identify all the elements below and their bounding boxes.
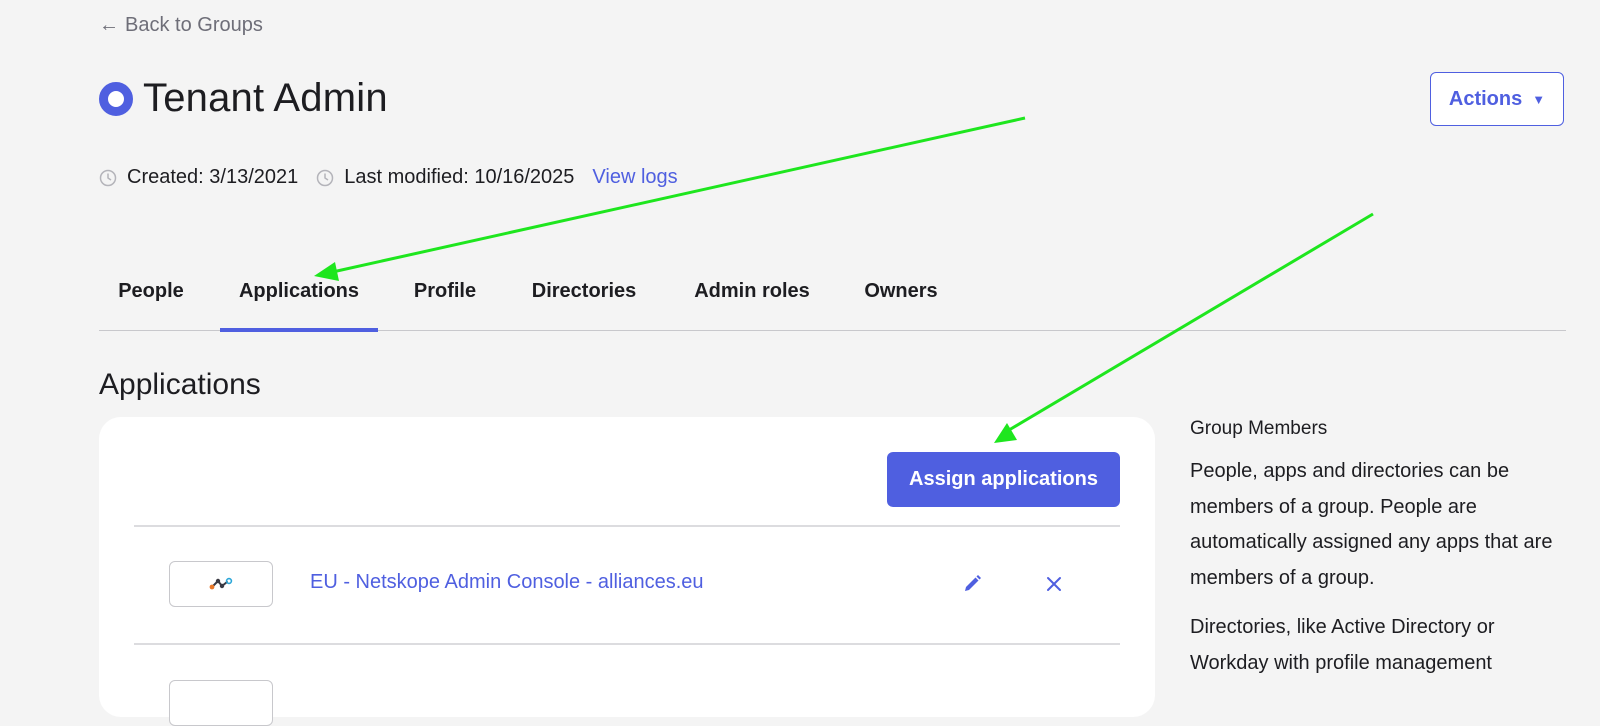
view-logs-link[interactable]: View logs [592, 166, 677, 189]
section-title: Applications [99, 368, 261, 401]
close-icon[interactable] [1045, 575, 1063, 593]
tab-owners[interactable]: Owners [863, 280, 939, 330]
actions-button[interactable]: Actions ▼ [1430, 72, 1564, 126]
tab-directories[interactable]: Directories [529, 280, 639, 330]
clock-icon [99, 169, 117, 186]
group-tabs: People Applications Profile Directories … [99, 280, 1566, 332]
app-logo [169, 561, 273, 607]
page-title: Tenant Admin [143, 76, 388, 120]
help-title: Group Members [1190, 418, 1328, 439]
app-logo [169, 680, 273, 726]
created-info: Created: 3/13/2021 [99, 166, 298, 189]
page-header: Tenant Admin [99, 76, 388, 121]
applications-card: Assign applications EU - Netskope Admin … [99, 417, 1155, 726]
created-date: Created: 3/13/2021 [127, 166, 299, 188]
group-ring-icon [99, 81, 133, 116]
assign-applications-button[interactable]: Assign applications [887, 452, 1120, 507]
modified-info: Last modified: 10/16/2025 [316, 166, 574, 189]
clock-icon [317, 169, 334, 186]
app-name-link[interactable]: EU - Netskope Admin Console - alliances.… [310, 571, 704, 594]
tab-profile[interactable]: Profile [413, 280, 477, 330]
back-link-label: Back to Groups [125, 14, 263, 36]
tab-people[interactable]: People [117, 280, 185, 330]
annotation-arrow-line [327, 116, 1026, 275]
annotation-arrowhead [314, 262, 339, 281]
group-members-help: Group Members People, apps and directori… [1190, 418, 1570, 695]
chevron-down-icon: ▼ [1532, 91, 1546, 107]
back-arrow-icon: ← [99, 14, 119, 36]
netskope-logo-icon [209, 577, 233, 590]
application-row: EU - Netskope Admin Console - alliances.… [134, 526, 1120, 644]
pencil-icon[interactable] [961, 573, 983, 595]
back-to-groups-link[interactable]: ← Back to Groups [99, 14, 263, 37]
actions-label: Actions [1448, 87, 1523, 110]
row-divider [134, 643, 1120, 645]
help-paragraph: People, apps and directories can be memb… [1190, 460, 1553, 589]
tab-applications[interactable]: Applications [220, 280, 378, 332]
tab-admin-roles[interactable]: Admin roles [693, 280, 811, 330]
group-metadata: Created: 3/13/2021 Last modified: 10/16/… [99, 166, 678, 189]
modified-date: Last modified: 10/16/2025 [344, 166, 575, 188]
help-paragraph: Directories, like Active Directory or Wo… [1190, 616, 1495, 674]
